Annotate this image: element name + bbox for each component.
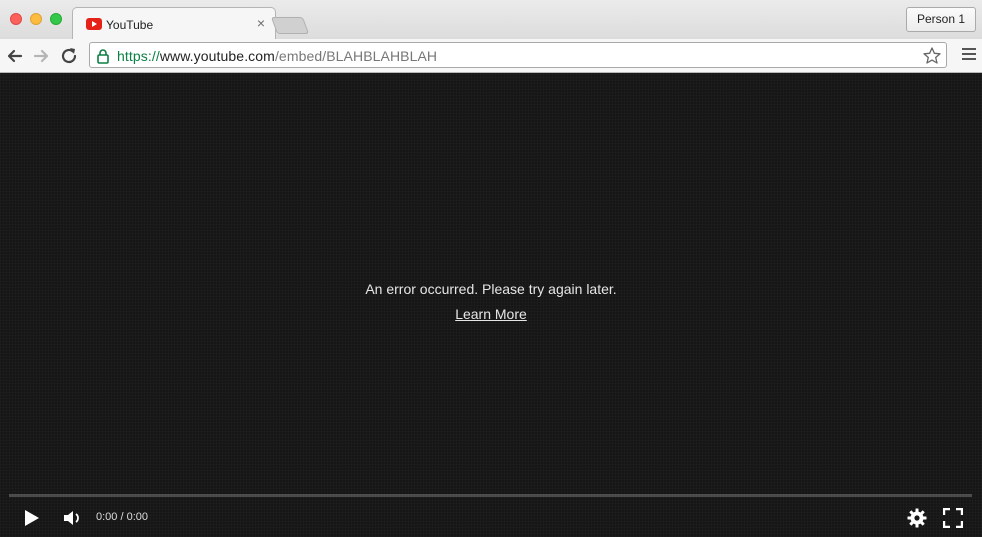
browser-menu-button[interactable] [962,48,976,62]
maximize-window-button[interactable] [50,13,62,25]
profile-button[interactable]: Person 1 [905,7,976,32]
forward-button[interactable] [30,45,52,67]
url-path: /embed/BLAHBLAHBLAH [274,48,438,64]
browser-toolbar: https://www.youtube.com/embed/BLAHBLAHBL… [0,39,982,73]
error-message: An error occurred. Please try again late… [365,281,617,297]
lock-icon [97,49,109,64]
title-bar: YouTube × Person 1 [0,0,982,40]
reload-icon [61,48,77,64]
menu-bar-line [962,48,976,50]
arrow-left-icon [7,49,23,63]
youtube-favicon-icon [86,18,102,30]
new-tab-button[interactable] [270,17,310,34]
tab-title: YouTube [106,18,154,32]
fullscreen-icon[interactable] [943,508,963,528]
menu-bar-line [962,58,976,60]
minimize-window-button[interactable] [30,13,42,25]
url-text: https://www.youtube.com/embed/BLAHBLAHBL… [117,48,437,64]
url-scheme: https:// [117,48,160,64]
video-player[interactable]: An error occurred. Please try again late… [0,73,982,537]
url-host: www.youtube.com [159,48,275,64]
learn-more-link[interactable]: Learn More [455,306,527,322]
close-window-button[interactable] [10,13,22,25]
menu-bar-line [962,53,976,55]
play-icon[interactable] [24,509,40,527]
browser-window: YouTube × Person 1 https://www.youtube.c… [0,0,982,537]
player-controls: 0:00 / 0:00 [0,503,982,537]
time-display: 0:00 / 0:00 [96,511,148,523]
reload-button[interactable] [58,45,80,67]
error-overlay: An error occurred. Please try again late… [0,281,982,324]
settings-gear-icon[interactable] [907,508,927,528]
progress-bar[interactable] [9,494,972,497]
tab-close-icon[interactable]: × [257,15,265,31]
volume-icon[interactable] [63,509,83,527]
address-bar[interactable]: https://www.youtube.com/embed/BLAHBLAHBL… [89,42,947,68]
back-button[interactable] [4,45,26,67]
tab-youtube[interactable]: YouTube × [72,7,276,40]
arrow-right-icon [33,49,49,63]
bookmark-star-icon[interactable] [922,46,942,66]
